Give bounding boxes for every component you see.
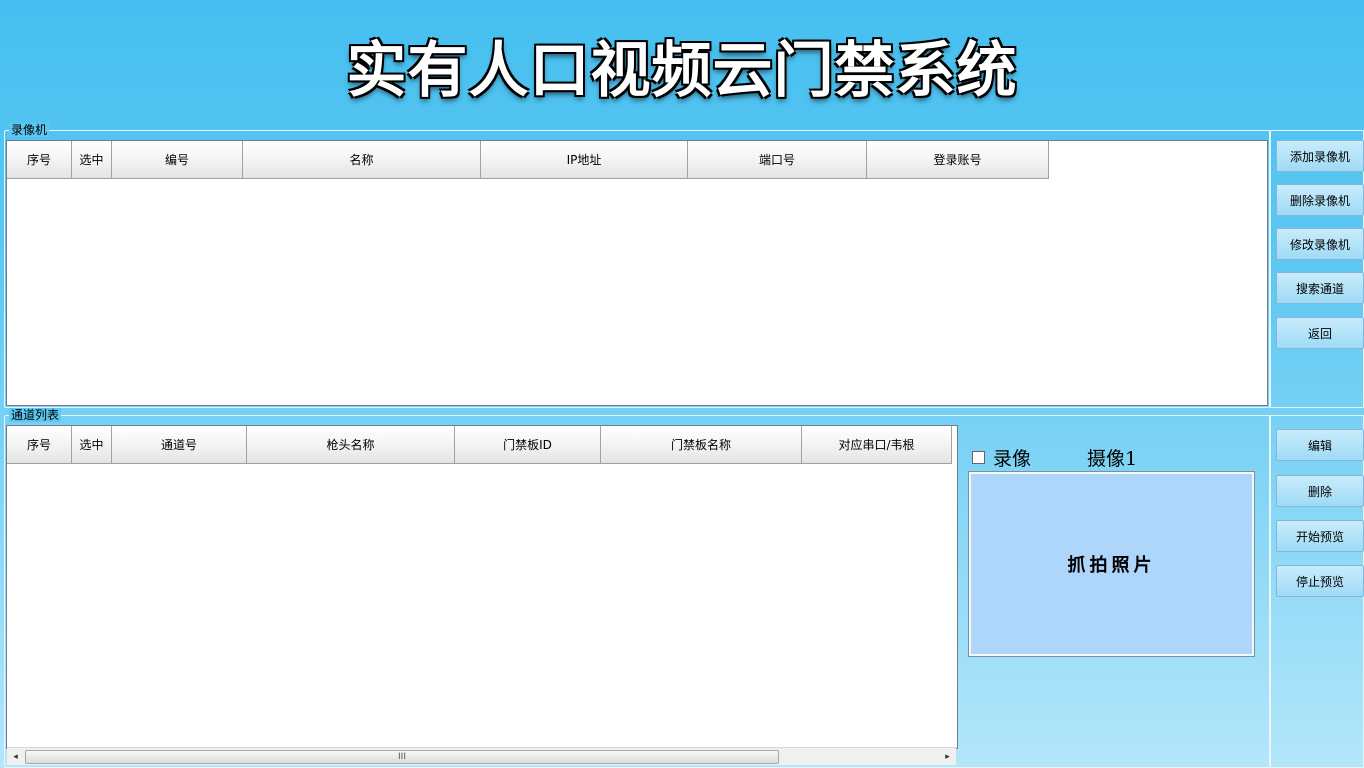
search-channel-button[interactable]: 搜索通道 xyxy=(1276,272,1364,304)
channel-table-header: 序号 选中 通道号 枪头名称 门禁板ID 门禁板名称 对应串口/韦根 xyxy=(7,426,952,465)
back-button[interactable]: 返回 xyxy=(1276,317,1364,349)
add-recorder-button[interactable]: 添加录像机 xyxy=(1276,140,1364,172)
scroll-thumb[interactable]: III xyxy=(25,750,779,764)
channel-table[interactable]: 序号 选中 通道号 枪头名称 门禁板ID 门禁板名称 对应串口/韦根 xyxy=(6,425,958,749)
delete-recorder-button[interactable]: 删除录像机 xyxy=(1276,184,1364,216)
edit-channel-button[interactable]: 编辑 xyxy=(1276,429,1364,461)
record-row: 录像 摄像1 xyxy=(972,444,1137,471)
scroll-right-icon[interactable]: ▸ xyxy=(939,748,956,765)
col-index[interactable]: 序号 xyxy=(7,426,72,464)
col-serial-wiegand[interactable]: 对应串口/韦根 xyxy=(802,426,952,464)
recorder-table[interactable]: 序号 选中 编号 名称 IP地址 端口号 登录账号 xyxy=(6,140,1268,406)
col-code[interactable]: 编号 xyxy=(112,141,243,179)
col-port[interactable]: 端口号 xyxy=(688,141,867,179)
col-selected[interactable]: 选中 xyxy=(72,141,112,179)
edit-recorder-button[interactable]: 修改录像机 xyxy=(1276,228,1364,260)
col-door-board-name[interactable]: 门禁板名称 xyxy=(601,426,802,464)
col-index[interactable]: 序号 xyxy=(7,141,72,179)
record-label: 录像 xyxy=(993,448,1032,470)
col-door-board-id[interactable]: 门禁板ID xyxy=(455,426,601,464)
col-channel-no[interactable]: 通道号 xyxy=(112,426,247,464)
channel-group-label: 通道列表 xyxy=(9,408,62,422)
scroll-left-icon[interactable]: ◂ xyxy=(7,748,24,765)
app-title: 实有人口视频云门禁系统 xyxy=(346,36,1018,106)
col-login-account[interactable]: 登录账号 xyxy=(867,141,1049,179)
channel-table-hscrollbar[interactable]: ◂ III ▸ xyxy=(7,747,956,765)
start-preview-button[interactable]: 开始预览 xyxy=(1276,520,1364,552)
delete-channel-button[interactable]: 删除 xyxy=(1276,475,1364,507)
camera-label: 摄像1 xyxy=(1087,448,1138,470)
col-selected[interactable]: 选中 xyxy=(72,426,112,464)
recorder-group-label: 录像机 xyxy=(9,123,50,137)
col-ip[interactable]: IP地址 xyxy=(481,141,688,179)
recorder-table-header: 序号 选中 编号 名称 IP地址 端口号 登录账号 xyxy=(7,141,1049,180)
col-camera-name[interactable]: 枪头名称 xyxy=(247,426,455,464)
snapshot-panel: 抓拍照片 xyxy=(968,471,1255,657)
col-name[interactable]: 名称 xyxy=(243,141,481,179)
record-checkbox[interactable] xyxy=(972,451,985,464)
stop-preview-button[interactable]: 停止预览 xyxy=(1276,565,1364,597)
